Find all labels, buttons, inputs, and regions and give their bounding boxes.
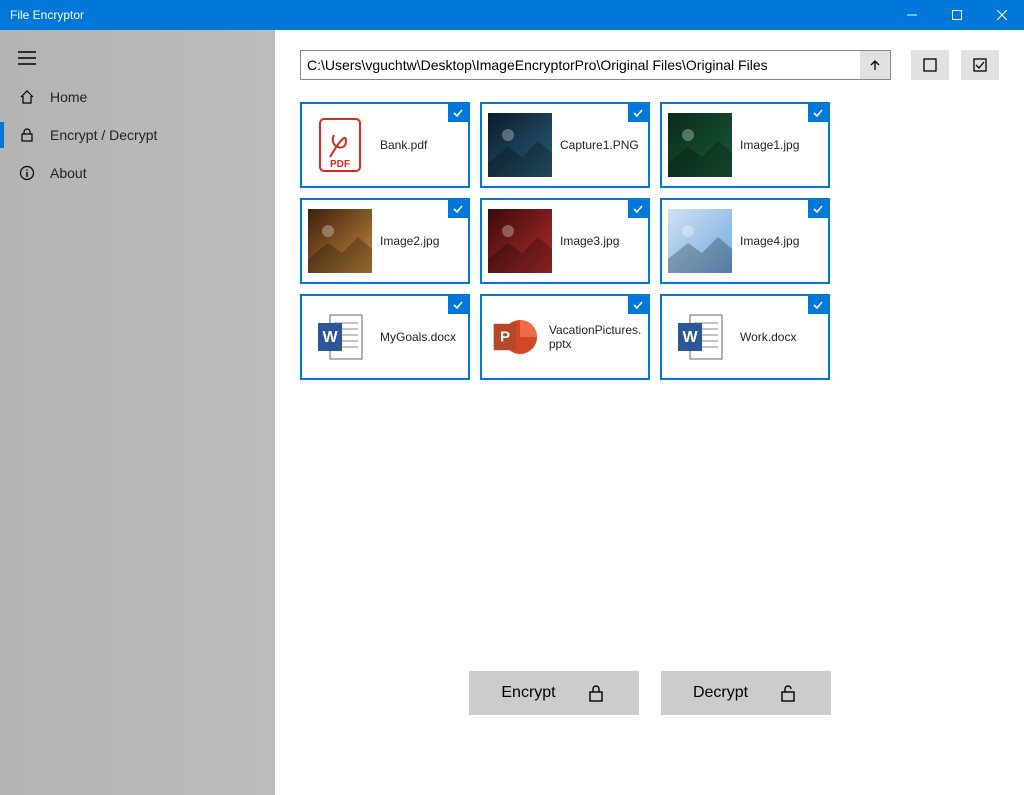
svg-text:W: W [682, 329, 698, 346]
file-name: Image3.jpg [560, 234, 623, 248]
file-card[interactable]: W Work.docx [660, 294, 830, 380]
check-icon [452, 299, 464, 311]
decrypt-label: Decrypt [693, 684, 748, 702]
selected-check[interactable] [448, 200, 468, 218]
lock-closed-icon [586, 683, 606, 703]
file-card[interactable]: Capture1.PNG [480, 102, 650, 188]
file-name: Image1.jpg [740, 138, 803, 152]
sidebar-item-label: About [50, 165, 87, 181]
file-thumbnail [488, 209, 552, 273]
close-button[interactable] [979, 0, 1024, 30]
top-bar [300, 50, 999, 80]
file-name: Work.docx [740, 330, 800, 344]
selected-check[interactable] [448, 296, 468, 314]
selected-check[interactable] [808, 200, 828, 218]
empty-checkbox-icon [923, 58, 937, 72]
checked-checkbox-icon [973, 58, 987, 72]
file-card[interactable]: Image3.jpg [480, 198, 650, 284]
go-up-button[interactable] [860, 51, 890, 79]
file-name: Capture1.PNG [560, 138, 643, 152]
check-icon [632, 107, 644, 119]
svg-text:P: P [500, 329, 510, 346]
file-thumbnail: W [308, 305, 372, 369]
home-icon [18, 88, 36, 106]
check-icon [632, 203, 644, 215]
file-card[interactable]: Image1.jpg [660, 102, 830, 188]
hamburger-button[interactable] [0, 38, 275, 78]
svg-text:PDF: PDF [330, 159, 350, 170]
action-bar: Encrypt Decrypt [300, 671, 999, 775]
check-icon [452, 203, 464, 215]
file-card[interactable]: P VacationPictures.pptx [480, 294, 650, 380]
deselect-all-button[interactable] [911, 50, 949, 80]
encrypt-label: Encrypt [501, 684, 555, 702]
maximize-button[interactable] [934, 0, 979, 30]
file-name: MyGoals.docx [380, 330, 460, 344]
file-thumbnail: P [488, 305, 541, 369]
decrypt-button[interactable]: Decrypt [661, 671, 831, 715]
select-all-button[interactable] [961, 50, 999, 80]
lock-open-icon [778, 683, 798, 703]
window-title: File Encryptor [10, 8, 84, 22]
title-bar: File Encryptor [0, 0, 1024, 30]
file-card[interactable]: Image2.jpg [300, 198, 470, 284]
arrow-up-icon [869, 59, 881, 71]
check-icon [452, 107, 464, 119]
file-card[interactable]: W MyGoals.docx [300, 294, 470, 380]
sidebar-item-about[interactable]: About [0, 154, 275, 192]
selection-buttons [911, 50, 999, 80]
sidebar-item-label: Encrypt / Decrypt [50, 127, 157, 143]
sidebar: Home Encrypt / Decrypt About [0, 30, 275, 795]
check-icon [632, 299, 644, 311]
sidebar-item-label: Home [50, 89, 87, 105]
file-card[interactable]: Image4.jpg [660, 198, 830, 284]
check-icon [812, 299, 824, 311]
minimize-button[interactable] [889, 0, 934, 30]
file-name: Bank.pdf [380, 138, 431, 152]
file-thumbnail: PDF [308, 113, 372, 177]
info-icon [18, 164, 36, 182]
file-card[interactable]: PDF Bank.pdf [300, 102, 470, 188]
selected-check[interactable] [808, 104, 828, 122]
encrypt-button[interactable]: Encrypt [469, 671, 639, 715]
file-thumbnail [668, 209, 732, 273]
file-name: Image2.jpg [380, 234, 443, 248]
selected-check[interactable] [628, 104, 648, 122]
file-thumbnail [308, 209, 372, 273]
svg-text:W: W [322, 329, 338, 346]
file-name: VacationPictures.pptx [549, 323, 648, 351]
path-input[interactable] [301, 51, 860, 79]
file-thumbnail: W [668, 305, 732, 369]
selected-check[interactable] [808, 296, 828, 314]
sidebar-item-home[interactable]: Home [0, 78, 275, 116]
check-icon [812, 203, 824, 215]
selected-check[interactable] [448, 104, 468, 122]
selected-check[interactable] [628, 200, 648, 218]
window-controls [889, 0, 1024, 30]
file-thumbnail [488, 113, 552, 177]
file-grid: PDF Bank.pdf Capture1.PNG Image1.jpg Image2.… [300, 102, 999, 380]
main-pane: PDF Bank.pdf Capture1.PNG Image1.jpg Image2.… [275, 30, 1024, 795]
check-icon [812, 107, 824, 119]
lock-icon [18, 126, 36, 144]
selected-check[interactable] [628, 296, 648, 314]
file-name: Image4.jpg [740, 234, 803, 248]
sidebar-item-encrypt-decrypt[interactable]: Encrypt / Decrypt [0, 116, 275, 154]
file-thumbnail [668, 113, 732, 177]
path-box [300, 50, 891, 80]
